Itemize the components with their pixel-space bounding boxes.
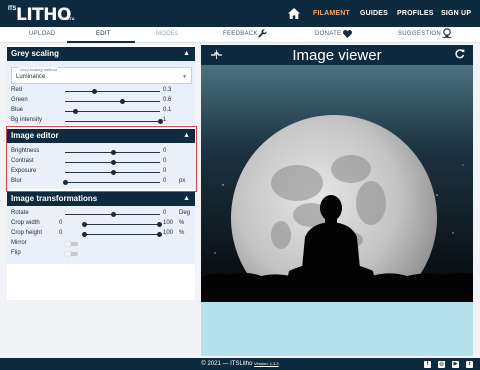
grey-scaling-method-label: Grey-scaling method xyxy=(19,67,58,72)
toggle-knob xyxy=(65,251,71,257)
grey-scaling-method-select[interactable]: Grey-scaling method Luminance ▼ xyxy=(11,67,192,84)
toggle-label-mirror: Mirror xyxy=(11,240,27,246)
slider-track-blue[interactable] xyxy=(65,111,160,112)
slider-row-green: Green 0.6 xyxy=(7,96,195,106)
image-transformations-body: Rotate 0 Deg Crop width 0 100 % Crop hei… xyxy=(7,206,195,264)
slider-value-rotate: 0 xyxy=(163,210,167,216)
refresh-icon[interactable] xyxy=(455,49,465,59)
range-max-crop-width: 100 xyxy=(163,220,174,226)
donate-link[interactable]: DONATE xyxy=(315,31,341,37)
image-transformations-title: Image transformations xyxy=(11,194,98,203)
grey-scaling-title: Grey scaling xyxy=(11,49,60,58)
range-row-crop-height: Crop height 0 100 % xyxy=(7,229,195,239)
logo-its: ITS xyxy=(8,6,16,12)
slider-label-red: Red xyxy=(11,87,23,93)
slider-row-blue: Blue 0.1 xyxy=(7,106,195,116)
slider-unit-rotate: Deg xyxy=(179,210,191,216)
range-thumb-max-crop-height[interactable] xyxy=(157,232,162,237)
moon-silhouette-photo xyxy=(201,65,473,302)
mirror-toggle[interactable] xyxy=(65,241,78,247)
flip-toggle[interactable] xyxy=(65,251,78,257)
slider-value-red: 0.3 xyxy=(163,87,172,93)
home-icon[interactable] xyxy=(288,8,300,19)
range-track-crop-width[interactable] xyxy=(83,224,159,225)
version-link[interactable]: Version: 1.3.3 xyxy=(254,361,278,366)
nav-guides[interactable]: GUIDES xyxy=(360,10,388,17)
slider-row-rotate: Rotate 0 Deg xyxy=(7,209,195,219)
slider-row-bg-intensity: Bg intensity 1 xyxy=(7,116,195,126)
nav-sign-up[interactable]: SIGN UP xyxy=(441,10,471,17)
slider-track-green[interactable] xyxy=(65,101,160,102)
facebook-icon[interactable]: f xyxy=(424,361,431,368)
slider-label-blue: Blue xyxy=(11,107,24,113)
wrench-icon[interactable] xyxy=(258,29,267,38)
tab-edit[interactable]: EDIT xyxy=(96,31,111,37)
logo-beta: BETA xyxy=(64,16,75,21)
range-min-crop-height: 0 xyxy=(59,230,63,236)
logo-litho: LITHO xyxy=(16,5,71,25)
copyright-text: © 2021 — ITSLitho xyxy=(201,361,253,367)
dropdown-arrow-icon: ▼ xyxy=(182,74,187,80)
tab-model[interactable]: MODEL xyxy=(156,31,179,37)
image-viewer: Image viewer xyxy=(201,45,473,356)
slider-label-green: Green xyxy=(11,97,28,103)
image-viewer-header: Image viewer xyxy=(201,45,473,65)
range-thumb-max-crop-width[interactable] xyxy=(157,222,162,227)
twitter-icon[interactable]: t xyxy=(466,361,473,368)
toggle-knob xyxy=(65,241,71,247)
active-tab-indicator xyxy=(67,41,135,43)
chevron-up-icon[interactable]: ▲ xyxy=(183,192,190,206)
range-label-crop-height: Crop height xyxy=(11,230,43,236)
tab-bar: UPLOAD EDIT MODEL FEEDBACK DONATE SUGGES… xyxy=(0,27,480,43)
range-track-crop-height[interactable] xyxy=(83,234,159,235)
slider-thumb-green[interactable] xyxy=(120,99,125,104)
toggle-row-mirror: Mirror xyxy=(7,239,195,249)
slider-thumb-red[interactable] xyxy=(91,89,97,94)
slider-value-green: 0.6 xyxy=(163,97,172,103)
image-transformations-header[interactable]: Image transformations ▲ xyxy=(7,192,195,206)
range-row-crop-width: Crop width 0 100 % xyxy=(7,219,195,229)
slider-value-blue: 0.1 xyxy=(163,107,172,113)
heart-icon[interactable] xyxy=(343,30,352,38)
range-max-crop-height: 100 xyxy=(163,230,174,236)
grey-scaling-method-value: Luminance xyxy=(16,74,46,80)
nav-filament[interactable]: FILAMENT xyxy=(313,10,350,17)
viewer-canvas-area xyxy=(201,302,473,356)
youtube-icon[interactable]: ▶ xyxy=(452,361,459,368)
slider-row-red: Red 0.3 xyxy=(7,86,195,96)
slider-track-red[interactable] xyxy=(65,91,160,92)
slider-track-bg-intensity[interactable] xyxy=(65,121,160,122)
toggle-label-flip: Flip xyxy=(11,250,21,256)
slider-thumb-blue[interactable] xyxy=(72,109,78,114)
range-thumb-min-crop-width[interactable] xyxy=(82,222,87,227)
grey-scaling-header[interactable]: Grey scaling ▲ xyxy=(7,47,195,61)
range-label-crop-width: Crop width xyxy=(11,220,40,226)
image-viewer-title: Image viewer xyxy=(292,47,382,64)
image-editor-highlight xyxy=(6,126,197,192)
slider-thumb-rotate[interactable] xyxy=(110,212,116,217)
footer-copyright: © 2021 — ITSLitho Version: 1.3.3 xyxy=(0,361,480,367)
slider-label-bg-intensity: Bg intensity xyxy=(11,117,43,123)
slider-label-rotate: Rotate xyxy=(11,210,29,216)
suggestion-link[interactable]: SUGGESTION xyxy=(398,31,441,37)
nav-profiles[interactable]: PROFILES xyxy=(397,10,434,17)
range-min-crop-width: 0 xyxy=(59,220,63,226)
range-unit-crop-height: % xyxy=(179,230,185,236)
footer: © 2021 — ITSLitho Version: 1.3.3 f ◎ ▶ t xyxy=(0,358,480,370)
feedback-link[interactable]: FEEDBACK xyxy=(223,31,258,37)
instagram-icon[interactable]: ◎ xyxy=(438,361,445,368)
range-unit-crop-width: % xyxy=(179,220,185,226)
slider-value-bg-intensity: 1 xyxy=(163,117,167,123)
chevron-up-icon[interactable]: ▲ xyxy=(183,47,190,61)
top-navbar: ITS LITHO BETA FILAMENT GUIDES PROFILES … xyxy=(0,0,480,27)
lightbulb-icon[interactable] xyxy=(442,28,452,38)
tab-upload[interactable]: UPLOAD xyxy=(29,31,55,37)
toggle-row-flip: Flip xyxy=(7,249,195,259)
range-thumb-min-crop-height[interactable] xyxy=(82,232,87,237)
grey-scaling-body: Grey-scaling method Luminance ▼ Red 0.3 … xyxy=(7,61,195,125)
